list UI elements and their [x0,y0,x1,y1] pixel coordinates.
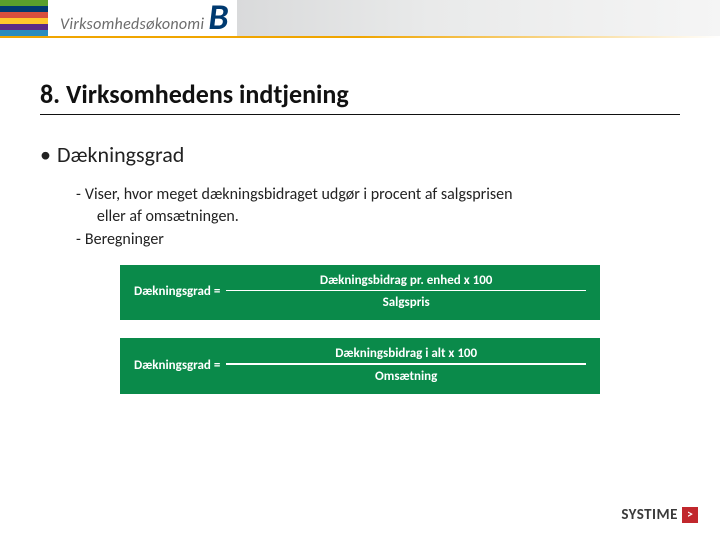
formula-left: Dækningsgrad = [134,358,220,373]
formula-box: Dækningsgrad = Dækningsbidrag pr. enhed … [120,265,600,321]
bullet-main-label: Dækningsgrad [57,141,184,168]
content: 8. Virksomhedens indtjening •Dækningsgra… [0,38,720,394]
formula-box: Dækningsgrad = Dækningsbidrag i alt x 10… [120,338,600,394]
brand-letter: B [208,3,228,32]
sub-item-text: Viser, hvor meget dækningsbidraget udgør… [85,185,513,204]
sub-list: - Viser, hvor meget dækningsbidraget udg… [76,184,680,251]
bullet-main: •Dækningsgrad [40,141,680,168]
footer-logo-text: SYSTIME [621,506,678,524]
bullet-dot-icon: • [40,141,51,168]
sub-item: - Viser, hvor meget dækningsbidraget udg… [76,184,680,227]
header-bg [237,0,720,36]
formula-fraction: Dækningsbidrag pr. enhed x 100 Salgspris [226,273,586,311]
formula-denominator: Salgspris [226,291,586,310]
formula-left: Dækningsgrad = [134,284,220,299]
formula-denominator: Omsætning [226,365,586,384]
footer-logo: SYSTIME > [621,506,698,524]
page-title: 8. Virksomhedens indtjening [40,78,680,115]
stripes-icon [0,0,48,36]
header: Virksomhedsøkonomi B [0,0,720,36]
formula-numerator: Dækningsbidrag pr. enhed x 100 [226,273,586,290]
brand-text: Virksomhedsøkonomi [60,15,204,34]
dash-icon: - [76,229,81,251]
formula-fraction: Dækningsbidrag i alt x 100 Omsætning [226,346,586,384]
sub-item-text-cont: eller af omsætningen. [97,206,680,228]
formula-numerator: Dækningsbidrag i alt x 100 [226,346,586,363]
brand: Virksomhedsøkonomi B [60,3,229,34]
sub-item: - Beregninger [76,229,680,251]
sub-item-text: Beregninger [85,229,680,251]
arrow-right-icon: > [682,507,698,523]
dash-icon: - [76,184,81,206]
